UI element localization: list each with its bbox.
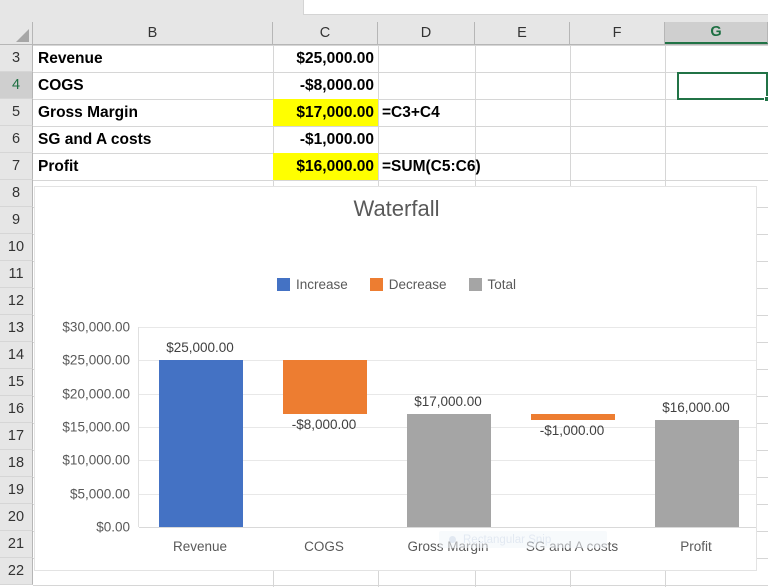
legend-swatch-decrease	[369, 278, 383, 291]
row-header-10[interactable]: 10	[0, 234, 33, 261]
column-header-g[interactable]: G	[665, 22, 768, 44]
snip-overlay-label: Rectangular Snip	[463, 533, 552, 546]
grid-hline	[33, 585, 768, 586]
legend-label: Decrease	[388, 277, 447, 292]
column-header-row: BCDEFG	[0, 22, 768, 45]
legend-item-increase[interactable]: Increase	[276, 277, 348, 292]
selected-cell-g4[interactable]	[677, 72, 768, 102]
chart-bar-sg-and-a-costs	[531, 413, 615, 421]
cell-c7[interactable]: $16,000.00	[273, 153, 378, 180]
select-all-triangle-icon	[16, 29, 29, 42]
cell-c4[interactable]: -$8,000.00	[273, 72, 378, 99]
row-header-21[interactable]: 21	[0, 531, 33, 558]
y-axis-tick-label: $0.00	[96, 519, 130, 535]
column-header-b[interactable]: B	[33, 22, 273, 44]
column-header-c[interactable]: C	[273, 22, 378, 44]
snip-dot-icon	[449, 536, 456, 543]
chart-gridline	[139, 527, 756, 528]
row-header-18[interactable]: 18	[0, 450, 33, 477]
waterfall-chart[interactable]: Waterfall Increase Decrease Total $30,000.…	[34, 186, 757, 571]
cell-c6[interactable]: -$1,000.00	[273, 126, 378, 153]
chart-data-label-gross-margin: $17,000.00	[414, 393, 482, 409]
cell-b5[interactable]: Gross Margin	[33, 99, 273, 126]
y-axis-tick-label: $20,000.00	[62, 386, 130, 402]
column-header-f[interactable]: F	[570, 22, 665, 44]
y-axis-tick-label: $30,000.00	[62, 319, 130, 335]
row-header-9[interactable]: 9	[0, 207, 33, 234]
row-header-14[interactable]: 14	[0, 342, 33, 369]
chart-gridline	[139, 327, 756, 328]
cell-b3[interactable]: Revenue	[33, 45, 273, 72]
cell-b6[interactable]: SG and A costs	[33, 126, 273, 153]
row-header-4[interactable]: 4	[0, 72, 33, 99]
row-header-8[interactable]: 8	[0, 180, 33, 207]
cell-b4[interactable]: COGS	[33, 72, 273, 99]
excel-worksheet-screenshot: BCDEFG 3 4 5 6 7 8 9 10 11 12 13 14 15 16 17 18 19 20 21 22…	[0, 0, 768, 587]
cell-d5[interactable]: =C3+C4	[378, 99, 595, 126]
row-header-16[interactable]: 16	[0, 396, 33, 423]
y-axis-tick-label: $15,000.00	[62, 419, 130, 435]
formula-bar-strip	[0, 0, 768, 22]
row-header-7[interactable]: 7	[0, 153, 33, 180]
cell-b7[interactable]: Profit	[33, 153, 273, 180]
cell-d7[interactable]: =SUM(C5:C6)	[378, 153, 595, 180]
legend-label: Total	[487, 277, 517, 292]
legend-item-total[interactable]: Total	[468, 277, 517, 292]
cell-c3[interactable]: $25,000.00	[273, 45, 378, 72]
legend-label: Increase	[295, 277, 348, 292]
row-header-5[interactable]: 5	[0, 99, 33, 126]
row-header-17[interactable]: 17	[0, 423, 33, 450]
y-axis-tick-label: $10,000.00	[62, 452, 130, 468]
chart-data-label-sg-and-a-costs: -$1,000.00	[539, 423, 605, 439]
row-header-20[interactable]: 20	[0, 504, 33, 531]
row-header-13[interactable]: 13	[0, 315, 33, 342]
chart-plot-area	[138, 327, 756, 528]
formula-bar-input[interactable]	[303, 0, 768, 15]
row-header-3[interactable]: 3	[0, 45, 33, 72]
chart-data-label-profit: $16,000.00	[662, 400, 730, 416]
cell-c5[interactable]: $17,000.00	[273, 99, 378, 126]
column-header-e[interactable]: E	[475, 22, 570, 44]
legend-swatch-total	[468, 278, 482, 291]
row-header-11[interactable]: 11	[0, 261, 33, 288]
chart-legend: Increase Decrease Total	[35, 277, 756, 292]
chart-bar-profit	[655, 420, 739, 527]
y-axis-tick-label: $5,000.00	[69, 486, 130, 502]
column-header-d[interactable]: D	[378, 22, 475, 44]
chart-bar-gross-margin	[407, 413, 491, 527]
rectangular-snip-overlay: Rectangular Snip	[439, 531, 607, 548]
row-header-15[interactable]: 15	[0, 369, 33, 396]
x-axis-tick-label: Profit	[680, 539, 712, 554]
row-header-19[interactable]: 19	[0, 477, 33, 504]
row-header-22[interactable]: 22	[0, 558, 33, 585]
chart-bar-cogs	[283, 360, 367, 414]
y-axis-tick-label: $25,000.00	[62, 352, 130, 368]
legend-swatch-increase	[276, 278, 290, 291]
chart-data-label-cogs: -$8,000.00	[291, 416, 357, 432]
x-axis-tick-label: Revenue	[172, 539, 228, 554]
row-header-6[interactable]: 6	[0, 126, 33, 153]
chart-data-label-revenue: $25,000.00	[166, 340, 234, 356]
select-all-corner[interactable]	[0, 22, 33, 44]
x-axis-tick-label: COGS	[304, 539, 344, 554]
chart-bar-revenue	[159, 360, 243, 527]
chart-title: Waterfall	[353, 196, 440, 221]
row-header-12[interactable]: 12	[0, 288, 33, 315]
legend-item-decrease[interactable]: Decrease	[369, 277, 447, 292]
grid-hline	[33, 180, 768, 181]
